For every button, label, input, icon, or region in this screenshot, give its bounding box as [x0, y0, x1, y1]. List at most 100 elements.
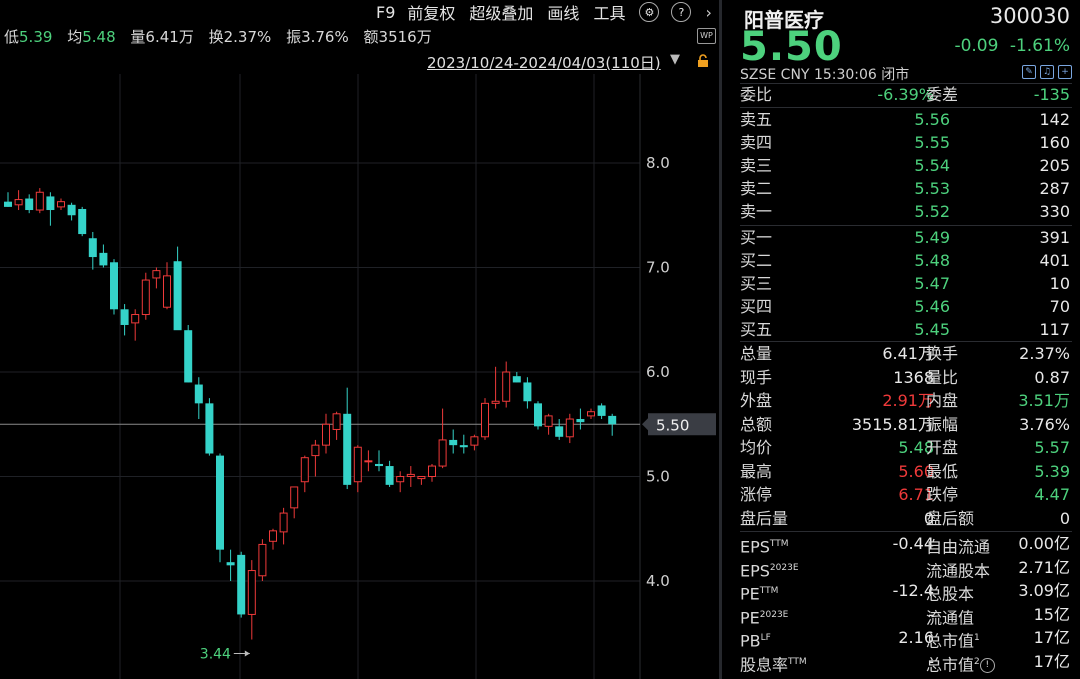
candle-body[interactable]	[322, 423, 330, 446]
draw-line-button[interactable]: 画线	[547, 0, 579, 24]
bid-row[interactable]: 买四 5.46 70	[740, 296, 1070, 318]
candle-body[interactable]	[247, 570, 256, 615]
ask-row[interactable]: 卖二 5.53 287	[740, 178, 1070, 200]
candle-body[interactable]	[396, 476, 405, 483]
candle-body[interactable]	[565, 418, 574, 438]
stock-code: 300030	[989, 4, 1070, 28]
candle-body[interactable]	[438, 439, 447, 467]
candle-body[interactable]	[512, 376, 521, 383]
candle-body[interactable]	[332, 413, 341, 430]
candle-body[interactable]	[417, 476, 426, 480]
candle-body[interactable]	[449, 439, 458, 446]
ask-row[interactable]: 卖四 5.55 160	[740, 132, 1070, 154]
candle-body[interactable]	[152, 270, 161, 279]
candle-body[interactable]	[35, 191, 44, 211]
bid-volume: 391	[1039, 228, 1070, 247]
candle-body[interactable]	[216, 455, 224, 550]
chevron-right-icon[interactable]: ›	[705, 3, 711, 22]
candle-body[interactable]	[141, 279, 150, 316]
candle-body[interactable]	[491, 400, 500, 404]
add-watchlist-icon[interactable]: +	[1058, 65, 1072, 79]
candle-body[interactable]	[163, 275, 171, 308]
candle-body[interactable]	[300, 457, 309, 483]
candle-body[interactable]	[57, 201, 65, 208]
candle-body[interactable]	[555, 426, 564, 437]
quote-time: 15:30:06	[813, 67, 877, 83]
super-overlay-button[interactable]: 超级叠加	[469, 0, 533, 24]
bid-row[interactable]: 买三 5.47 10	[740, 273, 1070, 295]
candle-body[interactable]	[269, 530, 277, 542]
candle-body[interactable]	[205, 403, 214, 454]
candle-body[interactable]	[587, 411, 595, 417]
candlestick-chart[interactable]: 8.0 7.0 6.0 5.0 4.0 5.50 3.44	[0, 74, 719, 679]
candle-body[interactable]	[364, 460, 373, 463]
candle-body[interactable]	[544, 415, 553, 427]
candle-body[interactable]	[576, 419, 585, 423]
candle-body[interactable]	[502, 371, 511, 402]
candle-body[interactable]	[385, 466, 394, 485]
dropdown-triangle-icon[interactable]: ▼	[670, 52, 680, 67]
bid-row[interactable]: 买二 5.48 401	[740, 250, 1070, 272]
detail-label: 盘后量	[740, 508, 789, 528]
bid-row[interactable]: 买一 5.49 391	[740, 227, 1070, 249]
detail-value: 6.71	[898, 485, 934, 504]
candle-body[interactable]	[459, 445, 468, 448]
date-range-selector[interactable]: 2023/10/24-2024/04/03(110日)	[427, 52, 661, 73]
candle-body[interactable]	[406, 473, 415, 478]
candle-body[interactable]	[110, 262, 118, 310]
info-icon[interactable]: !	[979, 657, 995, 673]
settings-gear-icon[interactable]: ⚙	[639, 2, 660, 22]
candle-body[interactable]	[131, 314, 140, 324]
candle-body[interactable]	[237, 554, 246, 615]
wp-badge-icon[interactable]: WP	[697, 28, 716, 44]
stat-amp-label: 振	[286, 28, 302, 46]
candle-body[interactable]	[523, 382, 532, 402]
candle-body[interactable]	[184, 330, 193, 383]
candle-body[interactable]	[481, 402, 489, 438]
lock-icon[interactable]	[696, 54, 710, 68]
candle-body[interactable]	[428, 465, 436, 477]
candle-body[interactable]	[78, 208, 87, 235]
candle-body[interactable]	[46, 196, 55, 211]
candle-body[interactable]	[279, 512, 288, 533]
candle-body[interactable]	[597, 405, 606, 416]
price-change: -0.09 -1.61%	[954, 36, 1070, 56]
fundamental-label: PETTM	[740, 580, 778, 605]
candle-body[interactable]	[470, 436, 479, 446]
ask-level-label: 卖三	[740, 156, 773, 175]
ask-row[interactable]: 卖一 5.52 330	[740, 201, 1070, 223]
candle-body[interactable]	[290, 486, 299, 509]
candle-body[interactable]	[534, 403, 542, 427]
candle-body[interactable]	[343, 413, 352, 485]
ask-row[interactable]: 卖三 5.54 205	[740, 155, 1070, 177]
candle-body[interactable]	[4, 201, 12, 207]
fundamental-label-suffix: 1	[974, 633, 980, 643]
candle-body[interactable]	[375, 463, 383, 467]
restore-rights-button[interactable]: 前复权	[407, 0, 455, 24]
fundamental-label-text: PE	[740, 607, 760, 627]
candle-body[interactable]	[120, 309, 129, 325]
candle-body[interactable]	[67, 204, 76, 216]
candle-body[interactable]	[608, 415, 617, 425]
candle-body[interactable]	[25, 198, 34, 211]
detail-value: 1368	[893, 367, 934, 387]
tools-button[interactable]: 工具	[593, 0, 625, 24]
candle-body[interactable]	[258, 543, 267, 577]
candle-body[interactable]	[14, 199, 23, 206]
candle-body[interactable]	[311, 444, 320, 457]
help-icon[interactable]: ?	[671, 2, 692, 22]
candle-body[interactable]	[226, 562, 235, 566]
candle-body[interactable]	[88, 238, 97, 258]
candle-body[interactable]	[194, 384, 203, 404]
f9-button[interactable]: F9	[376, 3, 395, 22]
bid-level-label: 买三	[740, 274, 773, 293]
market-status: 闭市	[881, 67, 910, 83]
candle-body[interactable]	[353, 446, 362, 483]
candle-body[interactable]	[173, 261, 182, 331]
candle-body[interactable]	[99, 252, 108, 266]
alert-bell-icon[interactable]: ♫	[1040, 65, 1054, 79]
ask-row[interactable]: 卖五 5.56 142	[740, 109, 1070, 131]
detail-value: 3.76%	[1019, 414, 1070, 434]
bid-row[interactable]: 买五 5.45 117	[740, 319, 1070, 341]
edit-icon[interactable]: ✎	[1022, 65, 1036, 79]
